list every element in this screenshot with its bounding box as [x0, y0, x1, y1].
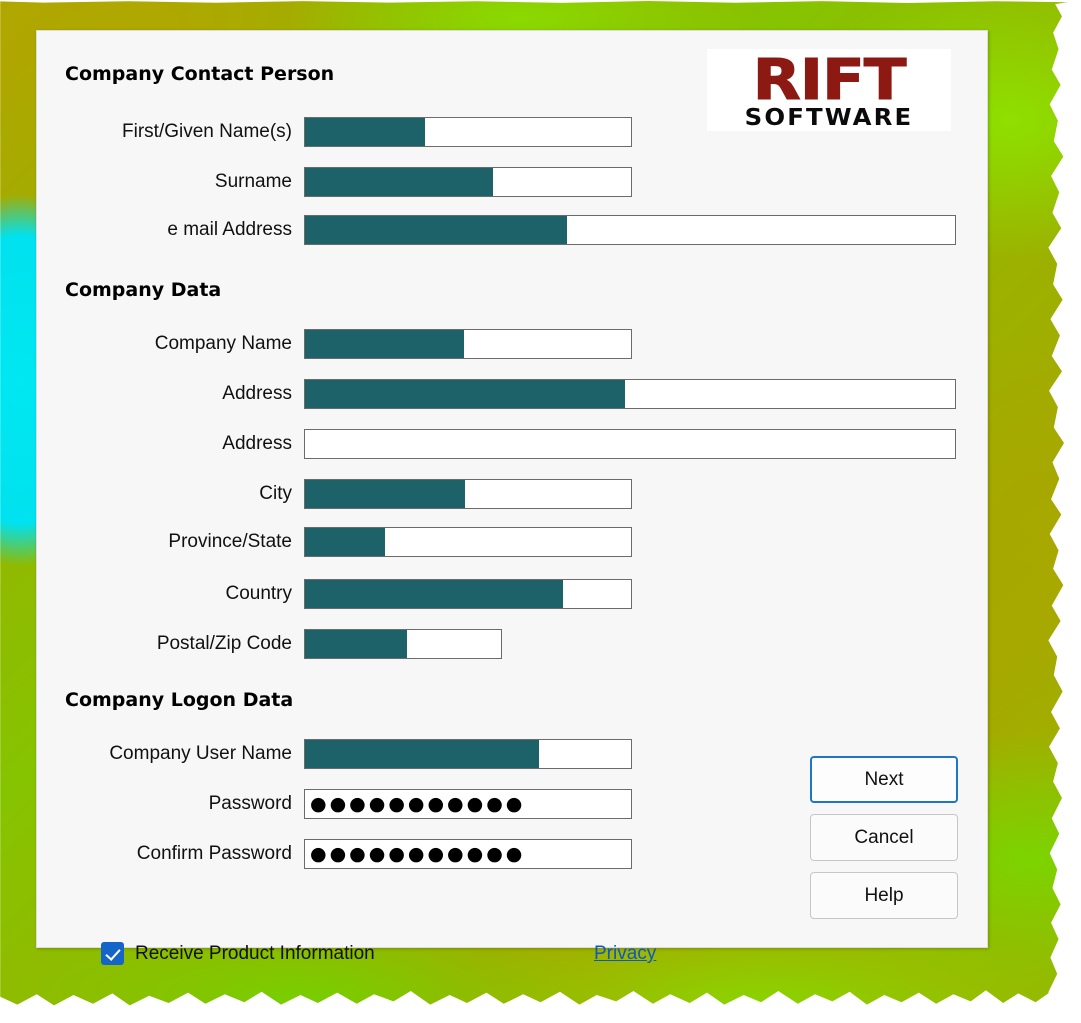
form-row-password: Password ●●●●●●●●●●● — [47, 789, 632, 819]
confirm-password-input[interactable]: ●●●●●●●●●●● — [304, 839, 632, 869]
address-line-1-value-fill — [305, 380, 625, 408]
next-button[interactable]: Next — [810, 756, 958, 803]
help-button[interactable]: Help — [810, 872, 958, 919]
registration-dialog: RIFT SOFTWARE Company Contact Person Fir… — [36, 30, 988, 965]
company-name-input[interactable] — [304, 329, 632, 359]
username-label: Company User Name — [109, 743, 292, 764]
surname-value-fill — [305, 168, 493, 196]
cancel-button[interactable]: Cancel — [810, 814, 958, 861]
section-title-company-data: Company Data — [65, 279, 222, 301]
rift-software-logo: RIFT SOFTWARE — [707, 49, 951, 131]
receive-product-information-label: Receive Product Information — [135, 942, 375, 964]
logo-secondary-text: SOFTWARE — [744, 105, 914, 131]
surname-label: Surname — [214, 171, 292, 192]
first-name-input[interactable] — [304, 117, 632, 147]
app-root: RIFT SOFTWARE Company Contact Person Fir… — [0, 0, 1081, 1023]
address-line-1-input[interactable] — [304, 379, 956, 409]
city-input[interactable] — [304, 479, 632, 509]
postal-zip-input[interactable] — [304, 629, 502, 659]
section-title-contact-person: Company Contact Person — [65, 63, 335, 85]
first-name-label: First/Given Name(s) — [122, 121, 292, 142]
receive-product-information-checkbox[interactable] — [101, 942, 124, 965]
province-state-value-fill — [305, 528, 385, 556]
company-name-value-fill — [305, 330, 464, 358]
country-input[interactable] — [304, 579, 632, 609]
surname-input[interactable] — [304, 167, 632, 197]
form-row-address-line-1: Address — [47, 379, 956, 409]
country-label: Country — [225, 583, 292, 604]
email-value-fill — [305, 216, 567, 244]
logo-primary-text: RIFT — [752, 49, 907, 113]
form-row-email: e mail Address — [47, 215, 956, 245]
first-name-value-fill — [305, 118, 425, 146]
city-value-fill — [305, 480, 465, 508]
form-row-confirm-password: Confirm Password ●●●●●●●●●●● — [47, 839, 632, 869]
address-line-1-label: Address — [222, 383, 292, 404]
password-masked-value: ●●●●●●●●●●● — [310, 792, 526, 815]
privacy-link[interactable]: Privacy — [594, 943, 656, 965]
address-line-2-input[interactable] — [304, 429, 956, 459]
form-row-country: Country — [47, 579, 632, 609]
form-row-username: Company User Name — [47, 739, 632, 769]
confirm-password-label: Confirm Password — [136, 843, 292, 864]
province-state-input[interactable] — [304, 527, 632, 557]
username-input[interactable] — [304, 739, 632, 769]
form-row-province-state: Province/State — [47, 527, 632, 557]
receive-product-information-row[interactable]: Receive Product Information — [101, 942, 375, 965]
username-value-fill — [305, 740, 539, 768]
company-name-label: Company Name — [154, 333, 292, 354]
country-value-fill — [305, 580, 563, 608]
postal-zip-label: Postal/Zip Code — [156, 633, 292, 654]
section-title-logon-data: Company Logon Data — [65, 689, 294, 711]
email-input[interactable] — [304, 215, 956, 245]
province-state-label: Province/State — [168, 531, 292, 552]
postal-zip-value-fill — [305, 630, 407, 658]
form-row-postal-zip: Postal/Zip Code — [47, 629, 502, 659]
confirm-password-masked-value: ●●●●●●●●●●● — [310, 842, 526, 865]
form-row-address-line-2: Address — [47, 429, 956, 459]
form-row-surname: Surname — [47, 167, 632, 197]
form-row-first-name: First/Given Name(s) — [47, 117, 632, 147]
address-line-2-label: Address — [222, 433, 292, 454]
form-row-city: City — [47, 479, 632, 509]
password-input[interactable]: ●●●●●●●●●●● — [304, 789, 632, 819]
email-label: e mail Address — [167, 219, 292, 240]
password-label: Password — [208, 793, 292, 814]
city-label: City — [259, 483, 292, 504]
form-row-company-name: Company Name — [47, 329, 632, 359]
